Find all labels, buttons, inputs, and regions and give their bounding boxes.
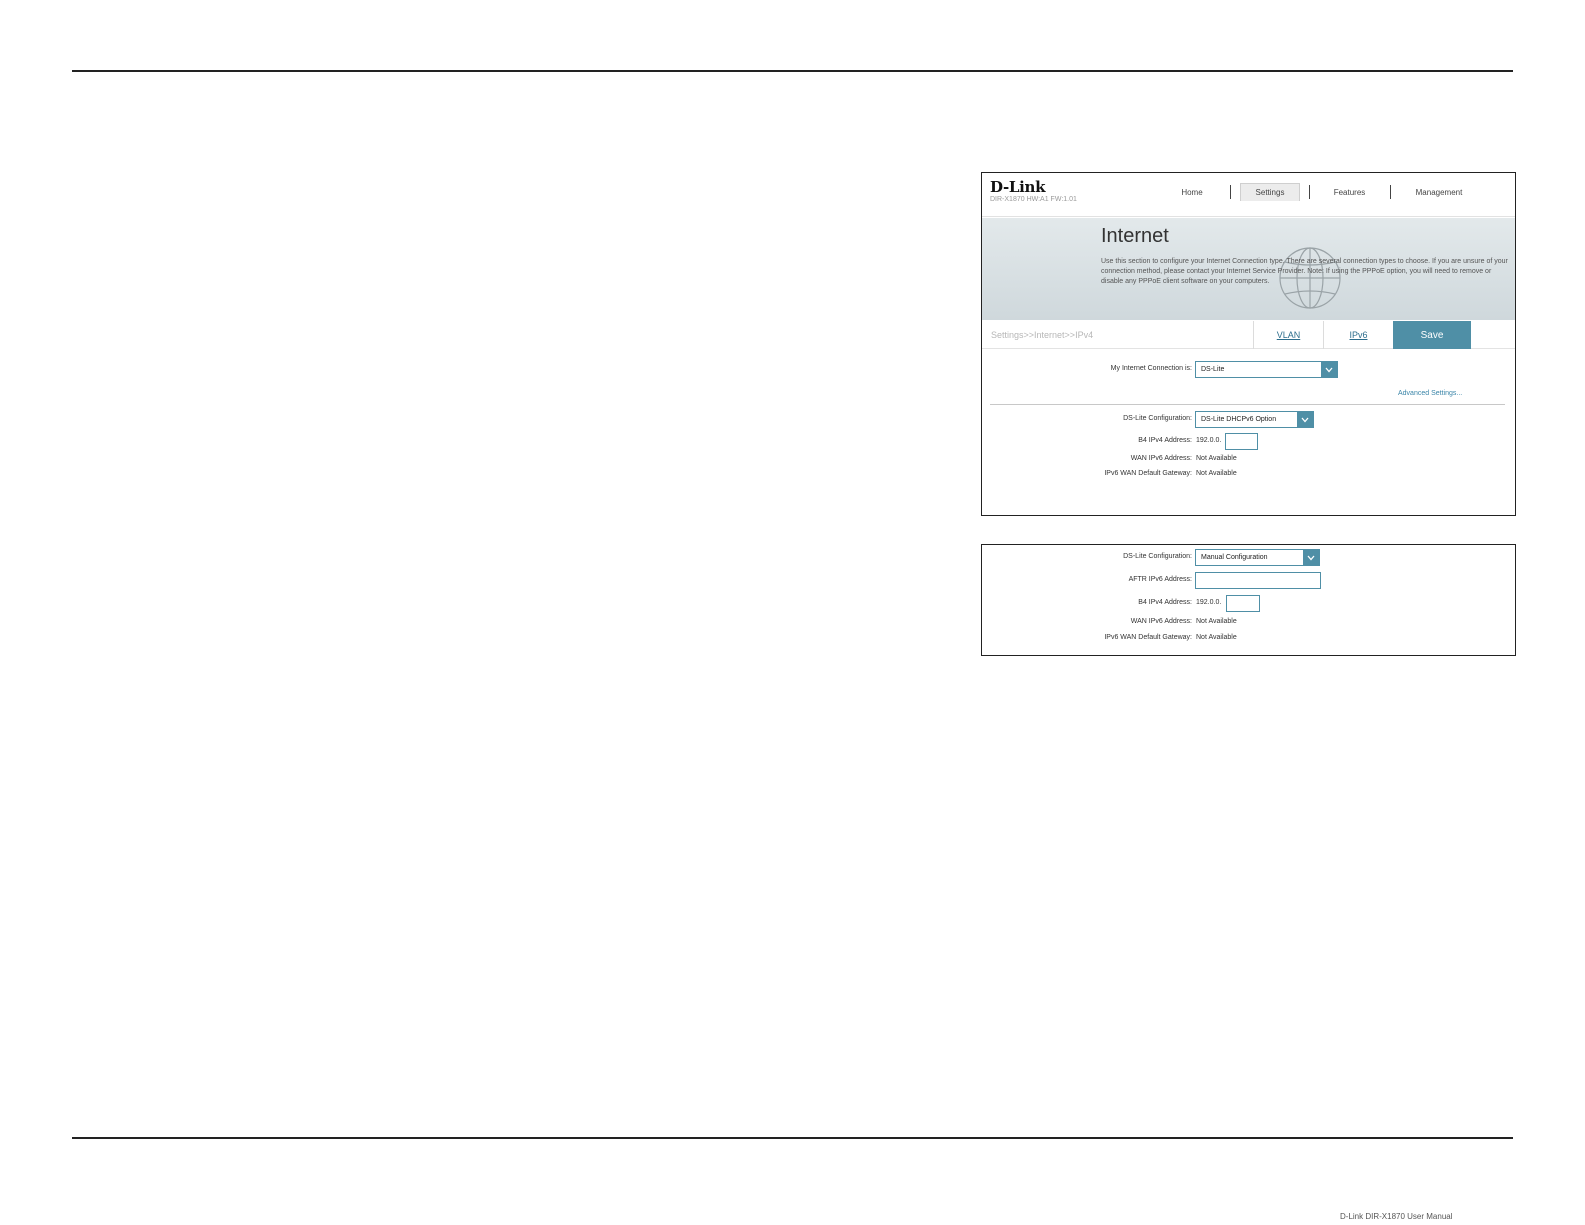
b4-ipv4-input[interactable]: [1226, 595, 1260, 612]
wan-ipv6-label: WAN IPv6 Address:: [1130, 455, 1192, 462]
advanced-settings-link[interactable]: Advanced Settings...: [1398, 390, 1462, 397]
ipv6-gateway-label: IPv6 WAN Default Gateway:: [1104, 634, 1192, 641]
nav-separator: [1230, 185, 1231, 199]
dslite-config-select[interactable]: Manual Configuration: [1195, 549, 1320, 566]
router-header: D-Link DIR-X1870 HW:A1 FW:1.01 Home Sett…: [982, 173, 1515, 217]
wan-ipv6-label: WAN IPv6 Address:: [1130, 618, 1192, 625]
router-ui-screenshot-main: D-Link DIR-X1870 HW:A1 FW:1.01 Home Sett…: [981, 172, 1516, 516]
dslite-config-value: Manual Configuration: [1201, 554, 1268, 561]
save-button[interactable]: Save: [1393, 321, 1471, 349]
router-ui-screenshot-manual: DS-Lite Configuration: Manual Configurat…: [981, 544, 1516, 656]
nav-separator: [1390, 185, 1391, 199]
wan-ipv6-value: Not Available: [1196, 455, 1237, 462]
footer-text: D-Link DIR-X1870 User Manual: [1340, 1212, 1453, 1221]
ipv6-gateway-value: Not Available: [1196, 470, 1237, 477]
ipv6-gateway-label: IPv6 WAN Default Gateway:: [1104, 470, 1192, 477]
nav-separator: [1309, 185, 1310, 199]
nav-settings[interactable]: Settings: [1240, 183, 1300, 201]
tab-vlan[interactable]: VLAN: [1253, 321, 1323, 349]
wan-ipv6-value: Not Available: [1196, 618, 1237, 625]
b4-ipv4-label: B4 IPv4 Address:: [1138, 437, 1192, 444]
ipv6-gateway-value: Not Available: [1196, 634, 1237, 641]
tab-ipv6[interactable]: IPv6: [1323, 321, 1393, 349]
page-title: Internet: [1101, 225, 1169, 247]
tab-row: Settings>>Internet>>IPv4 VLAN IPv6 Save: [982, 321, 1515, 349]
breadcrumb: Settings>>Internet>>IPv4: [991, 330, 1094, 340]
nav-management[interactable]: Management: [1394, 183, 1484, 201]
dslite-config-select[interactable]: DS-Lite DHCPv6 Option: [1195, 411, 1314, 428]
b4-ipv4-prefix: 192.0.0.: [1196, 437, 1222, 444]
dslite-config-value: DS-Lite DHCPv6 Option: [1201, 416, 1277, 423]
b4-ipv4-input[interactable]: [1225, 433, 1258, 450]
top-rule: [72, 70, 1513, 72]
dslite-config-label: DS-Lite Configuration:: [1123, 553, 1192, 560]
bottom-rule: [72, 1137, 1513, 1139]
chevron-down-icon: [1297, 412, 1313, 427]
aftr-ipv6-label: AFTR IPv6 Address:: [1128, 576, 1192, 583]
connection-type-value: DS-Lite: [1201, 366, 1225, 373]
nav-features[interactable]: Features: [1317, 183, 1382, 201]
b4-ipv4-label: B4 IPv4 Address:: [1138, 599, 1192, 606]
model-info: DIR-X1870 HW:A1 FW:1.01: [990, 196, 1077, 203]
page-description: Use this section to configure your Inter…: [1101, 258, 1508, 285]
dslite-config-label: DS-Lite Configuration:: [1123, 415, 1192, 422]
aftr-ipv6-input[interactable]: [1195, 572, 1321, 589]
dlink-logo: D-Link: [990, 178, 1046, 196]
connection-type-label: My Internet Connection is:: [1110, 365, 1192, 372]
chevron-down-icon: [1303, 550, 1319, 565]
b4-ipv4-prefix: 192.0.0.: [1196, 599, 1222, 606]
chevron-down-icon: [1321, 362, 1337, 377]
section-divider: [990, 404, 1505, 405]
nav-home[interactable]: Home: [1162, 183, 1222, 201]
connection-type-select[interactable]: DS-Lite: [1195, 361, 1338, 378]
